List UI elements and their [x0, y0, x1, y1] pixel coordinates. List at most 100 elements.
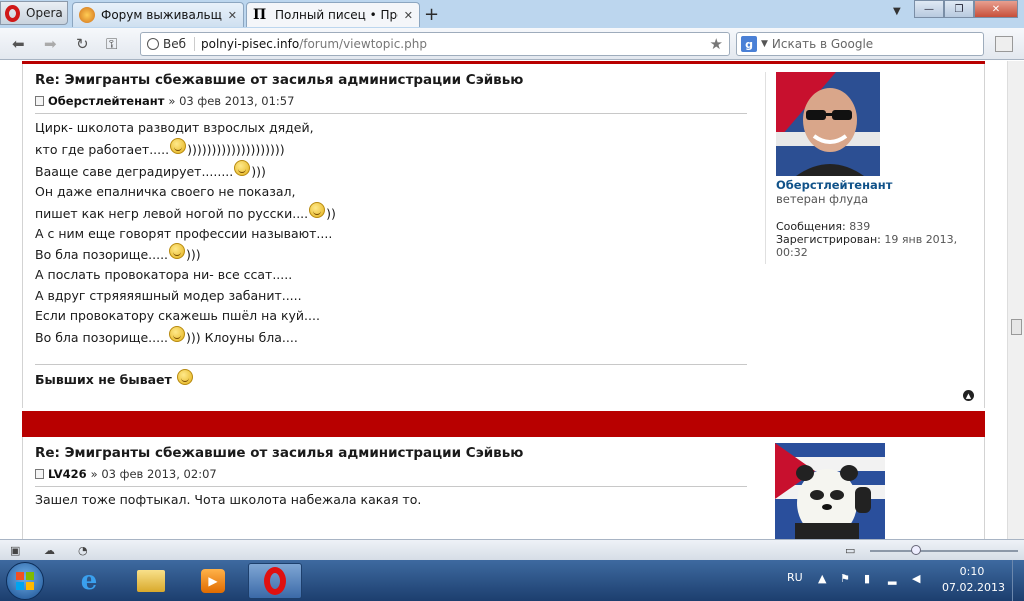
address-field[interactable]: Веб polnyi-pisec.info/forum/viewtopic.ph… [140, 32, 730, 56]
power-icon[interactable]: ▮ [864, 572, 878, 586]
post-line-text: Зашел тоже пофтыкал. Чота школота набежа… [35, 492, 422, 507]
post-line: Зашел тоже пофтыкал. Чота школота набежа… [35, 492, 421, 507]
view-icon[interactable]: ▭ [845, 544, 859, 557]
taskbar-explorer[interactable] [124, 563, 178, 599]
post-line-text: Вааще саве деградирует........ [35, 163, 234, 179]
divider [35, 486, 747, 487]
post-line: Во бла позорище.....))) Клоуны бла.... [35, 326, 298, 345]
post-separator-bar [22, 411, 985, 437]
tab-close-icon[interactable]: ✕ [228, 9, 237, 22]
zoom-slider-track[interactable] [870, 550, 1018, 552]
post-line-tail: ))) [251, 163, 266, 179]
tab-list-chevron-icon[interactable]: ▼ [893, 6, 901, 17]
back-to-top-icon[interactable]: ▲ [963, 390, 974, 401]
turbo-gauge-icon[interactable]: ◔ [78, 544, 92, 557]
minimize-icon[interactable]: — [914, 0, 944, 18]
post-document-icon[interactable] [35, 469, 44, 479]
post-line: Если провокатору скажешь пшёл на куй.... [35, 308, 320, 323]
forward-arrow-icon[interactable]: ➡ [44, 35, 57, 53]
url-host: polnyi-pisec.info [201, 37, 300, 51]
globe-icon [147, 38, 159, 50]
browser-tab-bar: Opera Форум выживальщик... ✕ П Полный пи… [0, 0, 1024, 28]
post-line: пишет как негр левой ногой по русски....… [35, 202, 336, 221]
url-text: polnyi-pisec.info/forum/viewtopic.php [201, 37, 427, 51]
post-line-tail: )))))))))))))))))))) [187, 141, 285, 157]
web-badge-label: Веб [163, 37, 187, 51]
post-profile: Оберстлейтенант ветеран флуда Сообщения:… [765, 72, 979, 264]
windows-logo-icon [16, 572, 34, 590]
clock-date: 07.02.2013 [942, 581, 1005, 594]
action-center-flag-icon[interactable]: ⚑ [840, 572, 854, 586]
panel-toggle-icon[interactable]: ▣ [10, 544, 24, 557]
tab-forum-survival[interactable]: Форум выживальщик... ✕ [72, 2, 244, 27]
key-icon[interactable]: ⚿ [106, 35, 117, 53]
zoom-slider-knob[interactable] [911, 545, 921, 555]
tab-polnyi-pisec[interactable]: П Полный писец • Прос... ✕ [246, 2, 420, 27]
post-line-text: пишет как негр левой ногой по русски.... [35, 205, 309, 221]
post-line-tail: ))) [186, 246, 201, 262]
tray-expand-icon[interactable]: ▲ [818, 572, 832, 586]
media-player-icon: ▶ [201, 569, 225, 593]
page-scrollbar[interactable] [1007, 61, 1024, 539]
new-tab-plus-icon[interactable]: + [424, 4, 439, 25]
volume-icon[interactable]: ◀ [912, 572, 926, 586]
start-button[interactable] [6, 562, 44, 600]
taskbar-internet-explorer[interactable]: e [62, 563, 116, 599]
post-line: Во бла позорище.....))) [35, 243, 201, 262]
post-line: А послать провокатора ни- все ссат..... [35, 267, 292, 282]
internet-explorer-icon: e [80, 566, 98, 596]
search-engine-chevron-icon[interactable]: ▼ [761, 39, 768, 49]
post-profile [765, 443, 979, 539]
stat-value[interactable]: 839 [849, 220, 870, 233]
pp-favicon-icon: П [253, 7, 267, 23]
opera-logo-icon [5, 4, 20, 22]
google-icon[interactable]: g [741, 36, 757, 52]
search-field[interactable]: g ▼ Искать в Google [736, 32, 984, 56]
network-signal-icon[interactable]: ▂ [888, 572, 902, 586]
post-document-icon[interactable] [35, 96, 44, 106]
post-line: кто где работает.....)))))))))))))))))))… [35, 138, 285, 157]
post-title[interactable]: Re: Эмигранты сбежавшие от засилья админ… [35, 72, 523, 88]
unite-cloud-icon[interactable]: ☁ [44, 544, 58, 557]
post-author[interactable]: Оберстлейтенант [48, 94, 164, 108]
maximize-icon[interactable]: ❐ [944, 0, 974, 18]
tab-close-icon[interactable]: ✕ [404, 9, 413, 22]
language-indicator[interactable]: RU [787, 571, 803, 584]
opera-menu-label: Opera [26, 6, 63, 20]
close-window-icon[interactable]: ✕ [974, 0, 1018, 18]
post-line: Цирк- школота разводит взрослых дядей, [35, 120, 314, 135]
opera-icon [264, 567, 286, 595]
avatar[interactable] [776, 72, 880, 176]
avatar[interactable] [775, 443, 885, 539]
back-arrow-icon[interactable]: ⬅ [12, 35, 25, 53]
smiley-icon [234, 160, 251, 176]
system-clock[interactable]: 0:10 07.02.2013 [942, 564, 1005, 596]
post-line-text: А с ним еще говорят профессии называют..… [35, 226, 333, 241]
bookmark-star-icon[interactable]: ★ [710, 35, 723, 53]
post-line-text: Он даже епалничка своего не показал, [35, 184, 296, 199]
post-line-text: Цирк- школота разводит взрослых дядей, [35, 120, 314, 135]
opera-menu-button[interactable]: Opera [0, 1, 68, 25]
taskbar-opera[interactable] [248, 563, 302, 599]
post-line-text: Во бла позорище..... [35, 246, 169, 262]
search-placeholder: Искать в Google [771, 37, 874, 51]
reload-icon[interactable]: ↻ [76, 35, 89, 53]
show-desktop-button[interactable] [1012, 560, 1024, 601]
browser-status-bar: ▣ ☁ ◔ ▭ [0, 539, 1024, 560]
profile-posts-stat: Сообщения: 839 [776, 220, 979, 233]
post-author[interactable]: LV426 [48, 467, 87, 481]
post-line-text: кто где работает..... [35, 141, 170, 157]
post-title[interactable]: Re: Эмигранты сбежавшие от засилья админ… [35, 445, 523, 461]
post-line: А с ним еще говорят профессии называют..… [35, 226, 332, 241]
forum-post: Re: Эмигранты сбежавшие от засилья админ… [22, 64, 985, 408]
downloads-icon[interactable] [995, 36, 1013, 52]
post-line: А вдруг стряяяяшный модер забанит..... [35, 288, 302, 303]
smiley-icon [169, 243, 186, 259]
profile-username[interactable]: Оберстлейтенант [776, 178, 979, 192]
site-info-badge[interactable]: Веб [147, 37, 196, 51]
scrollbar-thumb[interactable] [1011, 319, 1022, 335]
taskbar-media-player[interactable]: ▶ [186, 563, 240, 599]
windows-taskbar: e ▶ RU ▲ ⚑ ▮ ▂ ◀ 0:10 07.02.2013 [0, 560, 1024, 601]
avatar-image [775, 443, 885, 539]
